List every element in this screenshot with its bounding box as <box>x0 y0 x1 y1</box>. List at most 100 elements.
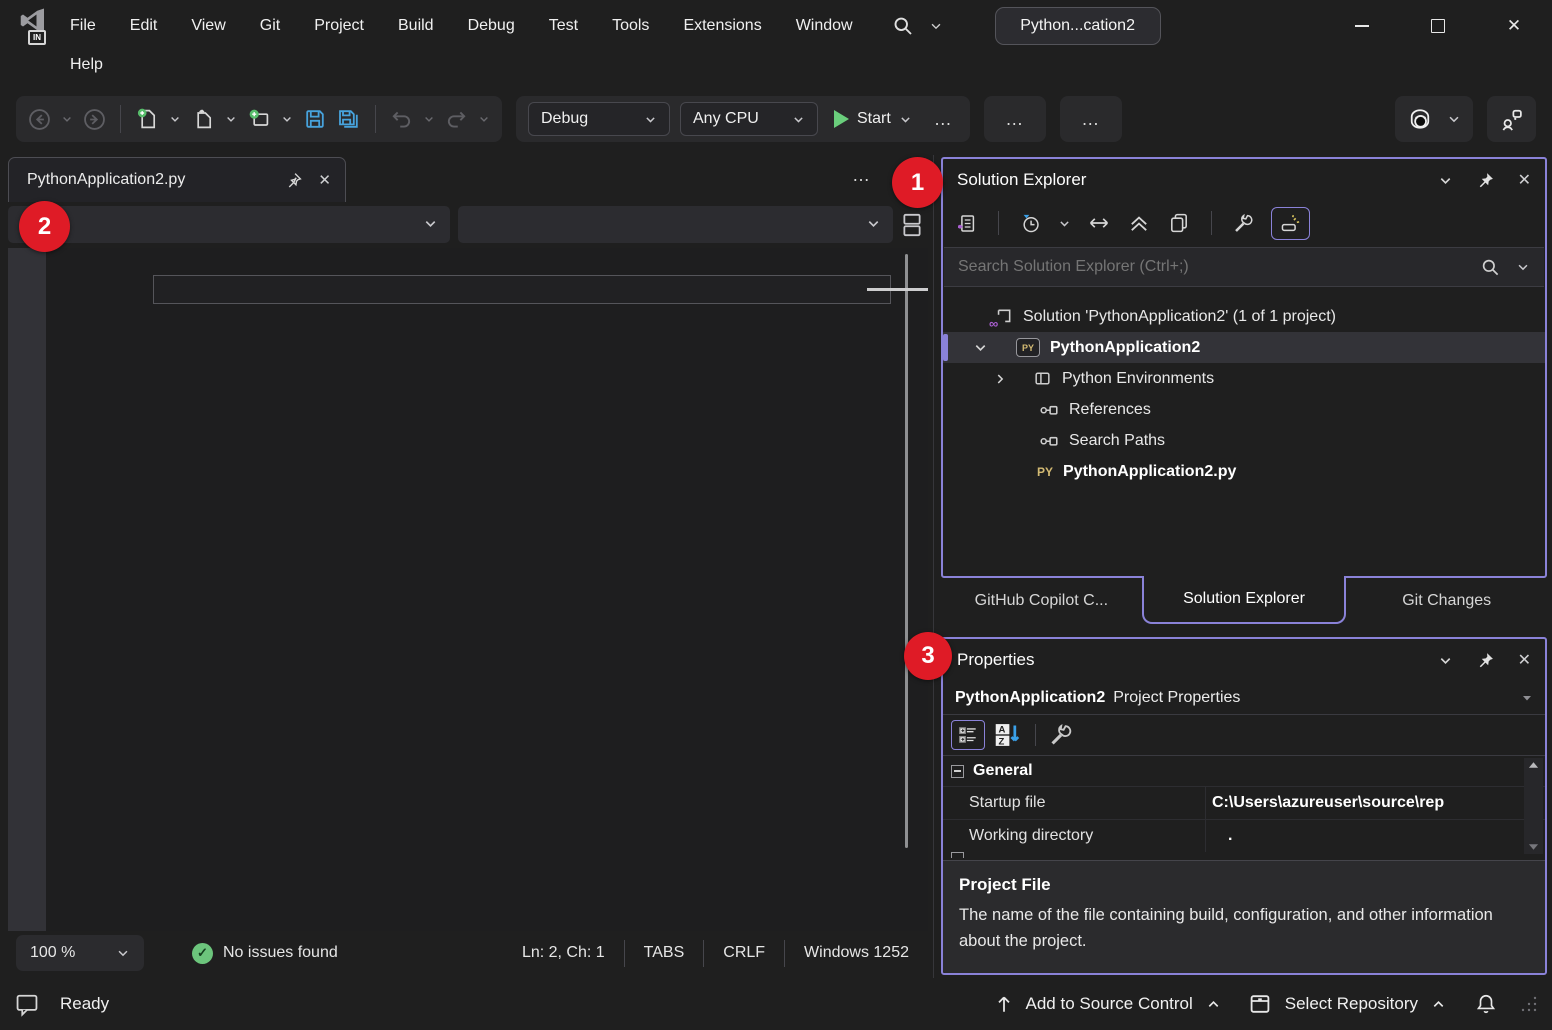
menu-file[interactable]: File <box>70 17 96 35</box>
menu-test[interactable]: Test <box>549 17 578 35</box>
tree-item-python-environments[interactable]: Python Environments <box>943 363 1545 394</box>
tree-item-project[interactable]: PY PythonApplication2 <box>943 332 1545 363</box>
live-share-icon[interactable] <box>1499 107 1524 132</box>
copilot-chevron-icon[interactable] <box>1447 112 1461 126</box>
scroll-down-arrow-icon[interactable] <box>1528 843 1539 851</box>
open-file-chevron-icon[interactable] <box>225 113 237 125</box>
pin-tab-icon[interactable] <box>285 172 302 189</box>
solution-configuration-dropdown[interactable]: Debug <box>528 102 670 136</box>
menu-debug[interactable]: Debug <box>468 17 515 35</box>
pin-window-icon[interactable] <box>1477 652 1494 669</box>
add-item-chevron-icon[interactable] <box>281 113 293 125</box>
minimize-button[interactable] <box>1324 0 1400 52</box>
properties-wrench-icon[interactable] <box>1232 212 1255 235</box>
toolbar-overflow-button-2[interactable]: … <box>1060 96 1122 142</box>
source-control-chevron-up-icon[interactable] <box>1206 997 1221 1012</box>
filter-chevron-icon[interactable] <box>1058 217 1071 230</box>
zoom-level-dropdown[interactable]: 100 % <box>16 935 144 971</box>
search-icon[interactable] <box>1481 258 1500 277</box>
start-debugging-button[interactable]: Start <box>828 110 918 128</box>
close-window-icon[interactable]: ✕ <box>1518 170 1531 190</box>
collapse-category-icon[interactable] <box>951 765 964 778</box>
add-item-button[interactable] <box>247 107 271 131</box>
feedback-icon[interactable] <box>14 991 40 1017</box>
search-input[interactable] <box>958 258 1465 276</box>
project-navigation-dropdown[interactable] <box>8 206 450 243</box>
show-all-files-toggle[interactable] <box>1271 207 1310 240</box>
encoding-indicator[interactable]: Windows 1252 <box>785 944 928 962</box>
switch-views-icon[interactable] <box>955 212 978 235</box>
solution-explorer-search-box[interactable] <box>944 247 1544 287</box>
menu-git[interactable]: Git <box>260 17 280 35</box>
redo-button[interactable] <box>445 108 468 131</box>
notifications-bell-icon[interactable] <box>1475 993 1497 1015</box>
search-options-chevron-icon[interactable] <box>1516 260 1530 274</box>
properties-scrollbar[interactable] <box>1524 758 1543 854</box>
tree-item-python-file[interactable]: PY PythonApplication2.py <box>943 456 1545 487</box>
select-repository-button[interactable]: Select Repository <box>1285 994 1418 1014</box>
menu-view[interactable]: View <box>191 17 225 35</box>
document-options-button[interactable]: … <box>852 165 870 186</box>
property-row-working-directory[interactable]: Working directory . <box>943 819 1545 852</box>
line-ending-indicator[interactable]: CRLF <box>704 944 784 962</box>
sync-with-active-document-icon[interactable] <box>1087 211 1111 235</box>
save-all-button[interactable] <box>337 107 361 131</box>
property-pages-wrench-button[interactable] <box>1048 722 1074 748</box>
menu-project[interactable]: Project <box>314 17 364 35</box>
pin-window-icon[interactable] <box>1477 172 1494 189</box>
property-row-startup-file[interactable]: Startup file C:\Users\azureuser\source\r… <box>943 786 1545 819</box>
debug-toolbar-overflow-button[interactable]: … <box>928 109 958 130</box>
undo-button[interactable] <box>390 108 413 131</box>
categorized-view-button[interactable] <box>951 720 985 750</box>
issues-indicator[interactable]: ✓ No issues found <box>192 943 338 964</box>
resize-grip[interactable] <box>1520 995 1538 1013</box>
category-row-general[interactable]: General <box>943 756 1545 786</box>
editor-tab-pythonapplication2[interactable]: PythonApplication2.py ✕ <box>8 157 346 202</box>
tab-github-copilot[interactable]: GitHub Copilot C... <box>941 578 1142 624</box>
tree-item-search-paths[interactable]: Search Paths <box>943 425 1545 456</box>
collapse-all-icon[interactable] <box>1127 211 1151 235</box>
undo-chevron-icon[interactable] <box>423 113 435 125</box>
menu-tools[interactable]: Tools <box>612 17 649 35</box>
split-window-icon[interactable] <box>899 211 925 239</box>
push-up-arrow-icon[interactable] <box>995 994 1013 1014</box>
search-dropdown-chevron-icon[interactable] <box>929 19 943 33</box>
menu-edit[interactable]: Edit <box>130 17 158 35</box>
properties-object-dropdown[interactable]: PythonApplication2 Project Properties <box>943 681 1545 715</box>
close-window-button[interactable]: ✕ <box>1476 0 1552 52</box>
window-title[interactable]: Python...cation2 <box>995 7 1161 45</box>
preview-selected-items-icon[interactable] <box>1167 211 1191 235</box>
member-navigation-dropdown[interactable] <box>458 206 893 243</box>
scroll-up-arrow-icon[interactable] <box>1528 761 1539 769</box>
close-tab-icon[interactable]: ✕ <box>318 171 331 189</box>
repository-icon[interactable] <box>1248 992 1272 1016</box>
save-button[interactable] <box>303 107 327 131</box>
tree-item-references[interactable]: References <box>943 394 1545 425</box>
expander-chevron-right-icon[interactable] <box>993 372 1007 386</box>
menu-extensions[interactable]: Extensions <box>683 17 761 35</box>
menu-window[interactable]: Window <box>796 17 853 35</box>
tab-solution-explorer[interactable]: Solution Explorer <box>1142 576 1347 624</box>
property-value[interactable]: . <box>1205 820 1545 852</box>
open-file-button[interactable] <box>191 107 215 131</box>
maximize-button[interactable] <box>1400 0 1476 52</box>
add-to-source-control-button[interactable]: Add to Source Control <box>1026 994 1193 1014</box>
start-options-chevron-icon[interactable] <box>899 113 912 126</box>
tab-git-changes[interactable]: Git Changes <box>1346 578 1547 624</box>
vertical-splitter[interactable] <box>933 155 934 978</box>
redo-chevron-icon[interactable] <box>478 113 490 125</box>
indent-mode-indicator[interactable]: TABS <box>625 944 704 962</box>
pending-changes-filter-icon[interactable] <box>1019 212 1042 235</box>
new-file-chevron-icon[interactable] <box>169 113 181 125</box>
tree-item-solution[interactable]: ∞ Solution 'PythonApplication2' (1 of 1 … <box>943 301 1545 332</box>
new-file-button[interactable] <box>135 107 159 131</box>
window-options-chevron-icon[interactable] <box>1438 653 1453 668</box>
alphabetical-view-button[interactable]: AZ <box>993 721 1023 749</box>
code-editor[interactable] <box>8 248 928 931</box>
line-column-indicator[interactable]: Ln: 2, Ch: 1 <box>503 944 624 962</box>
toolbar-overflow-button-1[interactable]: … <box>984 96 1046 142</box>
navigate-back-button[interactable] <box>28 108 51 131</box>
close-window-icon[interactable]: ✕ <box>1518 650 1531 670</box>
search-icon[interactable] <box>893 16 913 36</box>
navigate-back-chevron-icon[interactable] <box>61 113 73 125</box>
